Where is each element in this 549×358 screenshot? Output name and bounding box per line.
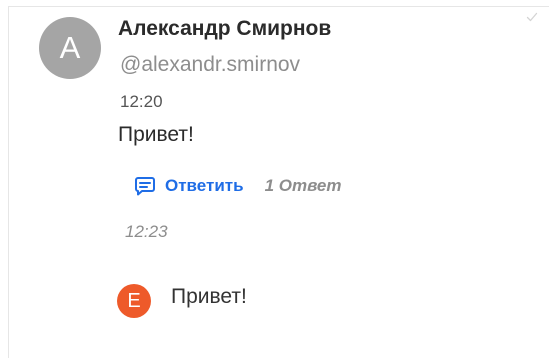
author-handle[interactable]: @alexandr.smirnov [120,53,300,77]
check-icon [526,12,538,22]
reply-timestamp: 12:23 [125,222,168,241]
panel-border-left [8,6,9,358]
replies-count-link[interactable]: 1 Ответ [265,176,342,196]
message-text: Привет! [118,123,194,146]
reply-text: Привет! [171,285,247,308]
reply-button-label: Ответить [165,176,244,195]
message-thread-view: A Александр Смирнов @alexandr.smirnov 12… [0,0,549,358]
thread-actions: Ответить 1 Ответ [134,173,342,199]
reply-button[interactable]: Ответить [134,175,244,197]
panel-border-top [8,6,549,7]
comment-icon [135,177,155,196]
author-name[interactable]: Александр Смирнов [118,17,331,41]
reply-author-avatar[interactable]: E [117,284,151,318]
author-avatar[interactable]: A [39,17,101,79]
message-timestamp: 12:20 [120,92,163,111]
